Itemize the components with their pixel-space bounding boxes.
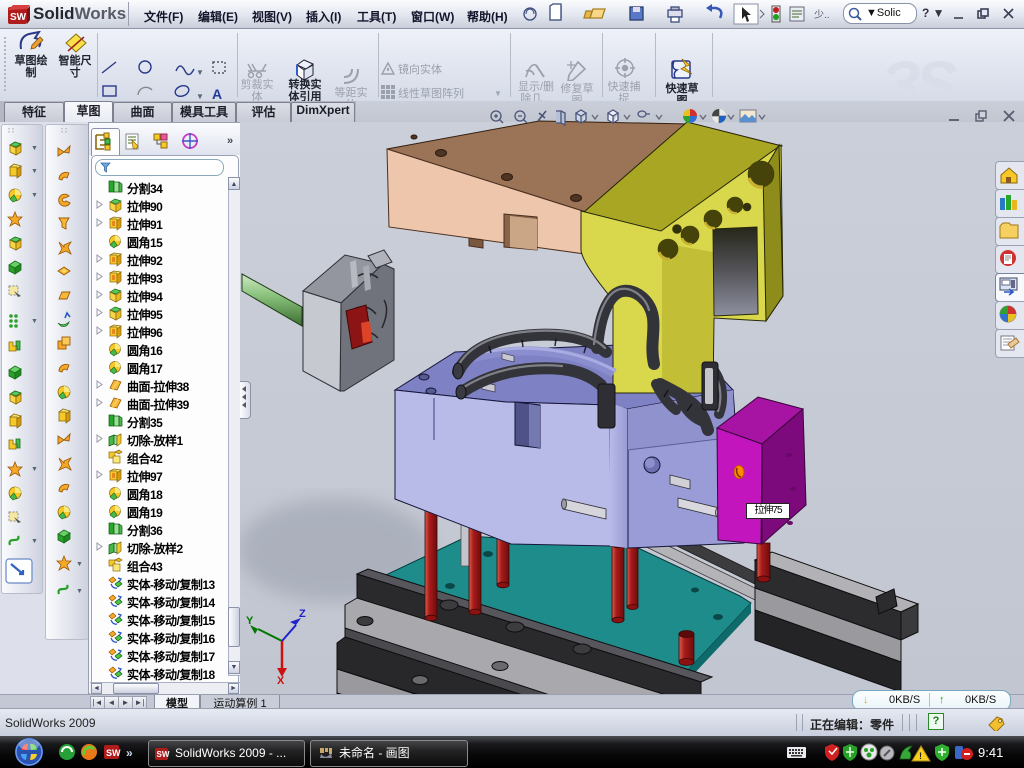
svg-text:»: »	[126, 746, 133, 760]
svg-text:A: A	[212, 86, 222, 102]
svg-text:▼: ▼	[31, 145, 38, 152]
svg-text:▼: ▼	[76, 561, 83, 568]
svg-text:▼: ▼	[31, 192, 38, 199]
svg-text:!: !	[919, 751, 922, 761]
svg-text:少..: 少..	[814, 9, 830, 21]
svg-text:▼: ▼	[31, 466, 38, 473]
svg-text:▼: ▼	[31, 538, 38, 545]
svg-text:X: X	[277, 675, 285, 687]
svg-text:▼: ▼	[76, 588, 83, 595]
svg-text:SW: SW	[106, 748, 121, 758]
svg-text:Z: Z	[299, 608, 306, 620]
svg-text:▼: ▼	[31, 168, 38, 175]
svg-text:SW: SW	[10, 12, 27, 23]
svg-text:▼: ▼	[31, 318, 38, 325]
svg-text:Y: Y	[246, 615, 254, 627]
svg-text:SW: SW	[157, 750, 170, 759]
